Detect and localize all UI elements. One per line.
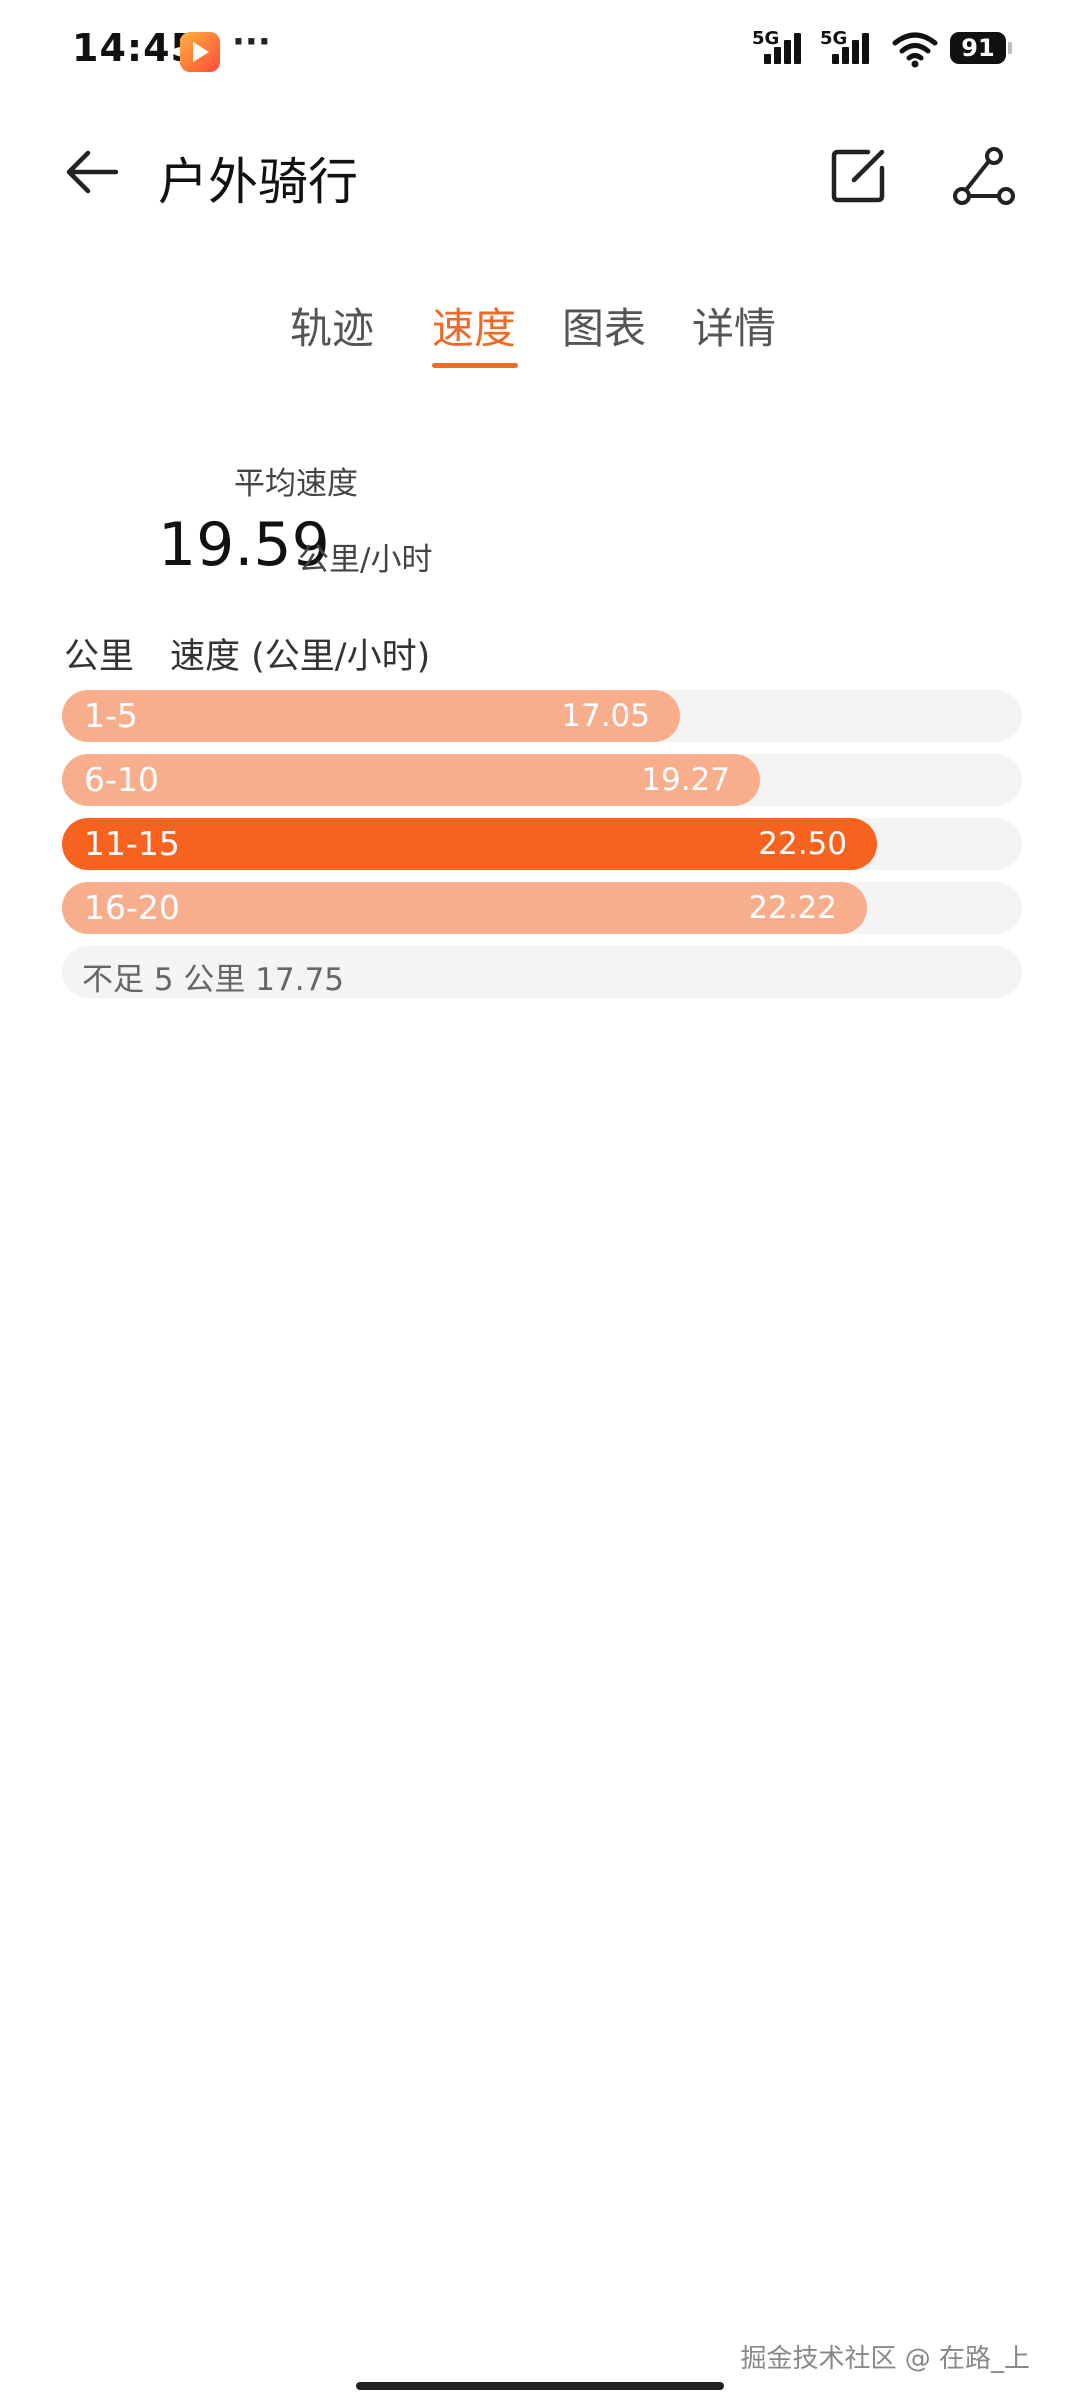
cellular-signal-icon: 5G xyxy=(752,28,812,68)
tab-speed[interactable]: 速度 xyxy=(432,295,516,356)
tab-details[interactable]: 详情 xyxy=(692,295,776,356)
video-app-icon xyxy=(180,32,220,72)
bar xyxy=(62,818,877,870)
bar-range-label: 16-20 xyxy=(84,888,180,927)
tab-track[interactable]: 轨迹 xyxy=(290,295,374,356)
bar-range-label: 6-10 xyxy=(84,760,159,799)
tab-bar: 轨迹 速度 图表 详情 xyxy=(0,295,1080,375)
route-share-icon[interactable] xyxy=(952,146,1016,206)
bar-range-label: 11-15 xyxy=(84,824,180,863)
avg-speed-label: 平均速度 xyxy=(234,466,358,502)
wifi-icon xyxy=(892,32,938,68)
network-type-label: 5G xyxy=(752,28,780,49)
home-indicator[interactable] xyxy=(356,2382,724,2390)
screen: 14:45 ··· 5G 5G 91 户外骑行 轨迹 速度 图表 详情 平均速度… xyxy=(0,0,1080,2400)
bar-value-label: 22.22 xyxy=(748,890,837,926)
bar-row: 1-5 17.05 xyxy=(62,690,1022,742)
bar-row: 16-20 22.22 xyxy=(62,882,1022,934)
remainder-label: 不足 5 公里 17.75 xyxy=(82,962,345,998)
avg-speed-unit: 公里/小时 xyxy=(298,542,433,578)
tab-charts[interactable]: 图表 xyxy=(562,295,646,356)
speed-bar-chart: 1-5 17.05 6-10 19.27 11-15 22.50 16-20 2… xyxy=(62,690,1022,1010)
active-tab-indicator xyxy=(432,363,518,368)
back-arrow-icon[interactable] xyxy=(60,140,124,204)
page-title: 户外骑行 xyxy=(158,153,358,211)
bar-row-remainder: 不足 5 公里 17.75 xyxy=(62,946,1022,998)
column-header-speed: 速度 (公里/小时) xyxy=(170,637,431,677)
bar-row: 11-15 22.50 xyxy=(62,818,1022,870)
column-header-km: 公里 xyxy=(64,637,135,677)
watermark: 掘金技术社区 @ 在路_上 xyxy=(740,2344,1030,2374)
bar-row: 6-10 19.27 xyxy=(62,754,1022,806)
status-bar: 14:45 ··· 5G 5G 91 xyxy=(0,0,1080,100)
battery-icon: 91 xyxy=(950,32,1012,64)
cellular-signal-icon: 5G xyxy=(820,28,880,68)
bar xyxy=(62,882,867,934)
bar-range-label: 1-5 xyxy=(84,696,138,735)
more-notifications-icon: ··· xyxy=(232,22,271,62)
bar-value-label: 17.05 xyxy=(561,698,650,734)
bar-value-label: 22.50 xyxy=(758,826,847,862)
network-type-label: 5G xyxy=(820,28,848,49)
edit-icon[interactable] xyxy=(828,146,888,206)
bar-value-label: 19.27 xyxy=(641,762,730,798)
